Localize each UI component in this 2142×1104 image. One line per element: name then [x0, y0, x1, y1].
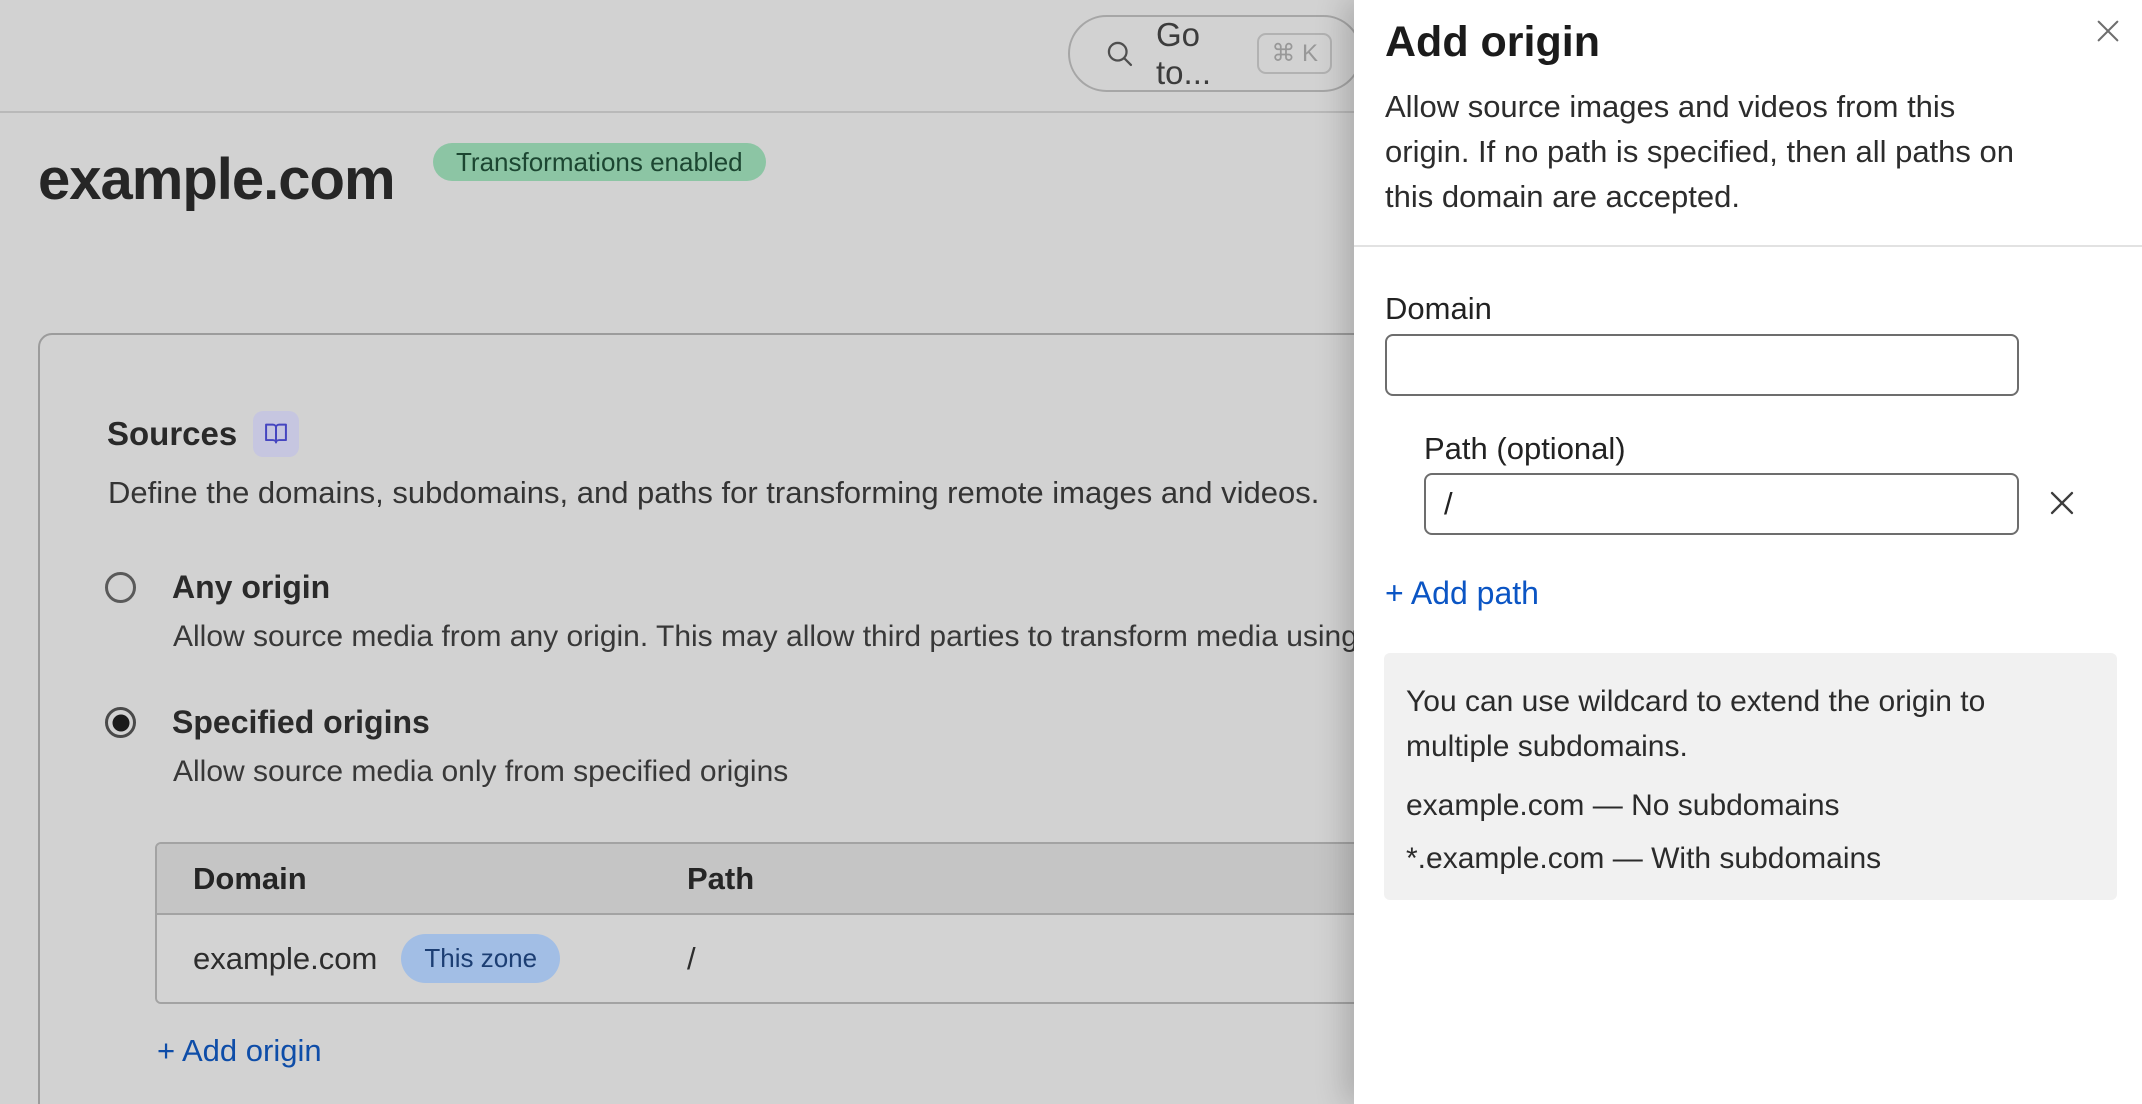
domain-field-label: Domain [1385, 291, 1492, 327]
specified-origins-description: Allow source media only from specified o… [173, 755, 788, 789]
column-header-path: Path [687, 861, 1463, 897]
table-row: example.com This zone / [157, 915, 1463, 1002]
add-origin-panel: Add origin Allow source images and video… [1354, 0, 2142, 1104]
origins-table-header: Domain Path [157, 844, 1463, 915]
origins-table: Domain Path example.com This zone / [155, 842, 1465, 1004]
this-zone-badge: This zone [401, 934, 560, 983]
panel-close-button[interactable] [2084, 7, 2132, 55]
wildcard-example-with-subdomains: *.example.com — With subdomains [1406, 836, 2095, 881]
add-path-link[interactable]: + Add path [1385, 575, 1539, 612]
sources-card: Sources Define the domains, subdomains, … [38, 333, 1504, 1104]
radio-specified-origins[interactable] [105, 707, 136, 738]
close-icon [2093, 16, 2123, 46]
origin-path-cell: / [687, 941, 1463, 977]
panel-title: Add origin [1385, 18, 1600, 67]
open-book-icon [262, 420, 290, 448]
global-search-button[interactable]: Go to... ⌘ K [1068, 15, 1362, 92]
wildcard-example-no-subdomains: example.com — No subdomains [1406, 783, 2095, 828]
remove-x-icon [2045, 486, 2079, 520]
keyboard-shortcut-badge: ⌘ K [1257, 33, 1332, 74]
radio-any-origin[interactable] [105, 572, 136, 603]
radio-any-origin-label[interactable]: Any origin [172, 569, 330, 606]
wildcard-hint-intro: You can use wildcard to extend the origi… [1406, 679, 2095, 769]
docs-help-button[interactable] [253, 411, 299, 457]
panel-divider [1354, 245, 2142, 247]
path-field-label: Path (optional) [1424, 431, 1626, 467]
page-title-zone-name: example.com [38, 146, 395, 213]
transformations-status-badge: Transformations enabled [433, 143, 766, 181]
add-origin-link[interactable]: + Add origin [157, 1033, 322, 1069]
panel-description: Allow source images and videos from this… [1385, 84, 2033, 219]
domain-input[interactable] [1385, 334, 2019, 396]
any-origin-description: Allow source media from any origin. This… [173, 620, 1504, 654]
radio-specified-origins-label[interactable]: Specified origins [172, 704, 430, 741]
origin-domain-cell: example.com [193, 941, 377, 977]
search-placeholder-text: Go to... [1156, 16, 1257, 92]
wildcard-hint-box: You can use wildcard to extend the origi… [1384, 653, 2117, 900]
column-header-domain: Domain [157, 861, 687, 897]
remove-path-button[interactable] [2038, 479, 2086, 527]
sources-section-title: Sources [107, 415, 237, 453]
search-icon [1104, 38, 1136, 70]
sources-description: Define the domains, subdomains, and path… [108, 475, 1319, 511]
path-input[interactable] [1424, 473, 2019, 535]
